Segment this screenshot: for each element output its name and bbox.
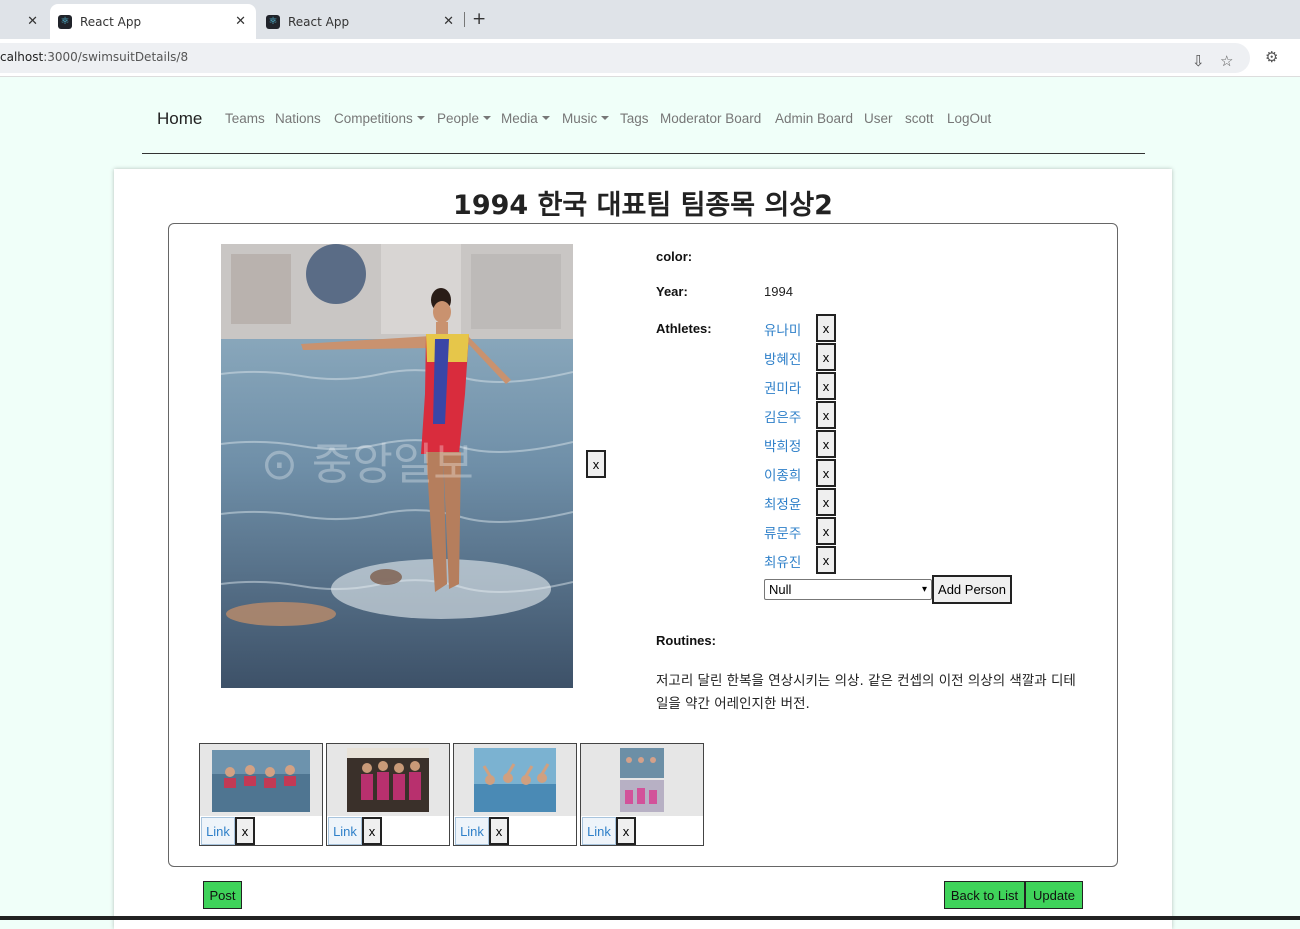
routines-label: Routines: <box>656 633 716 648</box>
nav-moderator-board[interactable]: Moderator Board <box>660 111 761 126</box>
site-navbar: Home Teams Nations Competitions People M… <box>142 78 1145 154</box>
update-button[interactable]: Update <box>1025 881 1083 909</box>
thumbnail-image <box>327 744 449 816</box>
gallery-thumbnail: Link x <box>453 743 577 846</box>
remove-athlete-button[interactable]: x <box>816 430 836 458</box>
athlete-link[interactable]: 류문주 <box>764 522 801 542</box>
gallery-thumbnail: Link x <box>580 743 704 846</box>
react-icon: ⚛ <box>58 14 72 29</box>
nav-media[interactable]: Media <box>501 111 550 126</box>
athlete-link[interactable]: 유나미 <box>764 319 801 339</box>
remove-thumbnail-button[interactable]: x <box>489 817 509 845</box>
color-label: color: <box>656 249 693 264</box>
gallery-thumbnail: Link x <box>199 743 323 846</box>
chevron-down-icon: ▾ <box>921 584 927 595</box>
athlete-link[interactable]: 박희정 <box>764 435 801 455</box>
nav-people[interactable]: People <box>437 111 491 126</box>
nav-music[interactable]: Music <box>562 111 609 126</box>
tab-title: React App <box>80 14 142 29</box>
year-value: 1994 <box>764 284 793 299</box>
nav-competitions-label: Competitions <box>334 111 413 126</box>
thumbnail-image <box>200 744 322 816</box>
remove-athlete-button[interactable]: x <box>816 314 836 342</box>
athlete-link[interactable]: 최유진 <box>764 551 801 571</box>
close-icon[interactable]: ✕ <box>443 14 454 29</box>
address-bar: calhost:3000/swimsuitDetails/8 ⇩ ☆ ⚙ <box>0 39 1300 77</box>
add-person-button[interactable]: Add Person <box>932 575 1012 604</box>
thumbnail-image <box>454 744 576 816</box>
browser-tab-active[interactable]: ⚛ React App ✕ <box>50 4 256 39</box>
nav-competitions[interactable]: Competitions <box>334 111 425 126</box>
url-host: calhost <box>0 50 44 64</box>
swimsuit-photo: ⊙ 중앙일보 <box>221 244 573 688</box>
nav-logout[interactable]: LogOut <box>947 111 991 126</box>
remove-thumbnail-button[interactable]: x <box>616 817 636 845</box>
remove-athlete-button[interactable]: x <box>816 343 836 371</box>
athlete-link[interactable]: 방혜진 <box>764 348 801 368</box>
nav-tags[interactable]: Tags <box>620 111 649 126</box>
thumbnail-image <box>581 744 703 816</box>
thumbnail-link[interactable]: Link <box>328 817 362 845</box>
tab-title: React App <box>288 14 350 29</box>
year-label: Year: <box>656 284 688 299</box>
nav-home[interactable]: Home <box>157 109 202 129</box>
new-tab-icon[interactable]: + <box>472 9 486 29</box>
close-icon[interactable]: ✕ <box>235 14 246 29</box>
remove-athlete-button[interactable]: x <box>816 459 836 487</box>
remove-thumbnail-button[interactable]: x <box>235 817 255 845</box>
url-path: :3000/swimsuitDetails/8 <box>43 50 189 64</box>
thumbnail-link[interactable]: Link <box>582 817 616 845</box>
remove-athlete-button[interactable]: x <box>816 546 836 574</box>
remove-athlete-button[interactable]: x <box>816 401 836 429</box>
nav-admin-board[interactable]: Admin Board <box>775 111 853 126</box>
back-to-list-button[interactable]: Back to List <box>944 881 1025 909</box>
window-bottom-edge <box>0 916 1300 920</box>
swimsuit-description: 저고리 달린 한복을 연상시키는 의상. 같은 컨셉의 이전 의상의 색깔과 디… <box>656 673 1076 712</box>
thumbnail-link[interactable]: Link <box>455 817 489 845</box>
nav-people-label: People <box>437 111 480 126</box>
nav-user[interactable]: User <box>864 111 893 126</box>
react-icon: ⚛ <box>266 14 280 29</box>
url-field[interactable]: calhost:3000/swimsuitDetails/8 ⇩ ☆ <box>0 43 1250 73</box>
remove-athlete-button[interactable]: x <box>816 517 836 545</box>
install-app-icon[interactable]: ⇩ <box>1192 52 1205 70</box>
remove-image-button[interactable]: x <box>586 450 606 478</box>
page-title: 1994 한국 대표팀 팀종목 의상2 <box>453 190 833 221</box>
post-button[interactable]: Post <box>203 881 242 909</box>
browser-tab[interactable]: ⚛ React App ✕ <box>258 4 464 39</box>
person-select[interactable]: Null ▾ <box>764 579 932 600</box>
athlete-link[interactable]: 김은주 <box>764 406 801 426</box>
remove-athlete-button[interactable]: x <box>816 488 836 516</box>
nav-teams[interactable]: Teams <box>225 111 265 126</box>
browser-tab-strip: ✕ ⚛ React App ✕ ⚛ React App ✕ + <box>0 0 1300 39</box>
tab-separator <box>464 12 465 27</box>
gallery-thumbnail: Link x <box>326 743 450 846</box>
nav-nations[interactable]: Nations <box>275 111 321 126</box>
athletes-label: Athletes: <box>656 321 712 336</box>
nav-username[interactable]: scott <box>905 111 934 126</box>
remove-thumbnail-button[interactable]: x <box>362 817 382 845</box>
browser-tab-partial[interactable]: ✕ <box>0 4 48 39</box>
close-icon[interactable]: ✕ <box>27 14 38 29</box>
svg-text:⊙ 중앙일보: ⊙ 중앙일보 <box>261 439 474 490</box>
athlete-link[interactable]: 권미라 <box>764 377 801 397</box>
person-select-value: Null <box>769 582 792 597</box>
athlete-link[interactable]: 이종희 <box>764 464 801 484</box>
nav-media-label: Media <box>501 111 538 126</box>
remove-athlete-button[interactable]: x <box>816 372 836 400</box>
bookmark-star-icon[interactable]: ☆ <box>1220 52 1233 70</box>
thumbnail-link[interactable]: Link <box>201 817 235 845</box>
extension-icon[interactable]: ⚙ <box>1265 48 1278 66</box>
athlete-link[interactable]: 최정윤 <box>764 493 801 513</box>
detail-panel: ⊙ 중앙일보 x color: Year: 1994 Athletes: 유나미… <box>168 223 1118 867</box>
detail-card: 1994 한국 대표팀 팀종목 의상2 ⊙ 중앙일보 x color: Year… <box>114 169 1172 929</box>
nav-music-label: Music <box>562 111 598 126</box>
